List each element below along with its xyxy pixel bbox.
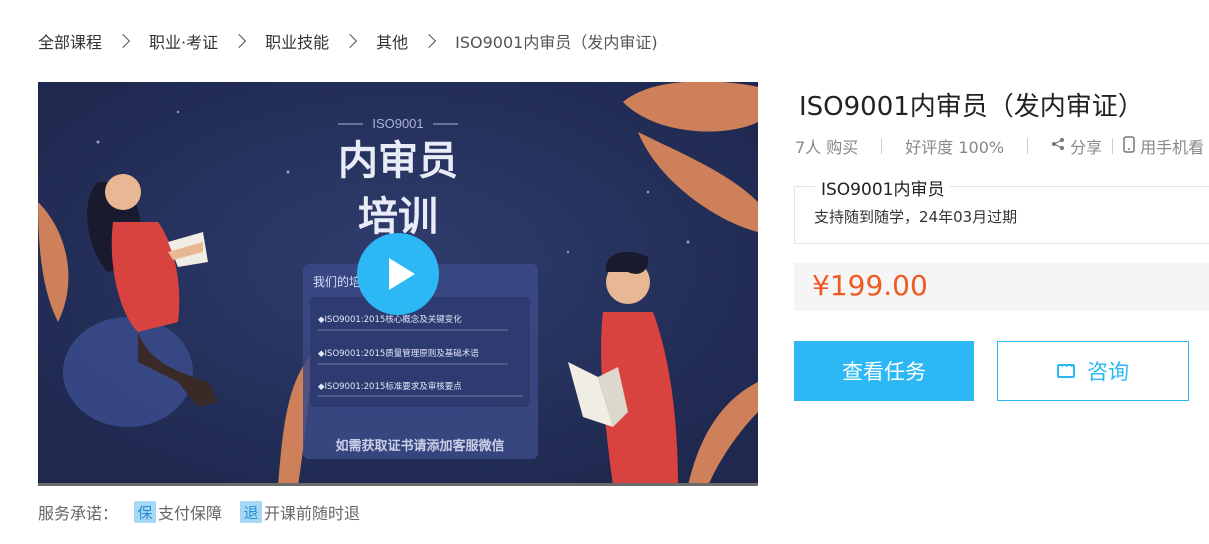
- refund-icon: 退: [240, 501, 263, 523]
- mobile-view-button[interactable]: 用手机看: [1123, 134, 1204, 158]
- poster-title-line1: 内审员: [338, 138, 458, 184]
- breadcrumb-item-other[interactable]: 其他: [376, 29, 408, 53]
- share-icon: [1051, 137, 1065, 155]
- service-text: 支付保障: [158, 504, 223, 523]
- course-title: ISO9001内审员（发内审证）: [799, 92, 1144, 122]
- mobile-view-label: 用手机看: [1140, 138, 1205, 157]
- course-price: ¥199.00: [812, 269, 928, 302]
- breadcrumb: 全部课程 职业·考证 职业技能 其他 ISO9001内审员（发内审证): [38, 30, 658, 52]
- service-label: 服务承诺：: [38, 504, 119, 523]
- video-progress-bar[interactable]: [38, 483, 758, 486]
- spec-name: ISO9001内审员: [815, 175, 951, 200]
- service-refund: 退 开课前随时退: [240, 500, 360, 524]
- view-tasks-button[interactable]: 查看任务: [794, 341, 974, 401]
- phone-icon: [1123, 135, 1135, 157]
- course-meta: 7人 购买 好评度 100% 分享 用手机看: [795, 134, 1204, 158]
- service-text: 开课前随时退: [264, 504, 361, 523]
- divider: [1027, 138, 1029, 154]
- chat-icon: [1057, 357, 1075, 378]
- poster-bullet-1: ◆ISO9001:2015核心概念及关键变化: [318, 314, 462, 325]
- poster-footer: 如需获取证书请添加客服微信: [335, 438, 504, 454]
- breadcrumb-item-career-cert[interactable]: 职业·考证: [149, 29, 218, 53]
- breadcrumb-item-career-skills[interactable]: 职业技能: [265, 29, 329, 53]
- spec-description: 支持随到随学，24年03月过期: [814, 208, 1018, 226]
- course-video-player[interactable]: ISO9001 内审员 培训 我们的培 ◆ISO9001:2015核心概念及关键…: [38, 82, 758, 486]
- breadcrumb-item-all-courses[interactable]: 全部课程: [38, 29, 102, 53]
- divider: [881, 138, 883, 154]
- divider: [1112, 138, 1114, 154]
- rating: 好评度 100%: [905, 138, 1005, 157]
- service-promises: 服务承诺： 保 支付保障 退 开课前随时退: [38, 500, 378, 524]
- share-label: 分享: [1070, 138, 1103, 157]
- poster-panel-title: 我们的培: [313, 274, 361, 289]
- chevron-right-icon: [115, 33, 131, 49]
- breadcrumb-current: ISO9001内审员（发内审证): [455, 33, 658, 52]
- service-payment-guarantee: 保 支付保障: [134, 500, 222, 524]
- chevron-right-icon: [343, 33, 358, 49]
- chevron-right-icon: [232, 33, 247, 49]
- consult-label: 咨询: [1087, 361, 1129, 384]
- share-button[interactable]: 分享: [1051, 134, 1102, 158]
- poster-bullet-3: ◆ISO9001:2015标准要求及审核要点: [318, 381, 462, 392]
- chevron-right-icon: [422, 33, 437, 49]
- buyer-count: 7人 购买: [795, 138, 859, 157]
- poster-bullet-2: ◆ISO9001:2015质量管理原则及基础术语: [318, 348, 479, 359]
- guarantee-icon: 保: [134, 501, 157, 523]
- consult-button[interactable]: 咨询: [997, 341, 1189, 401]
- poster-subtitle: ISO9001: [372, 116, 423, 131]
- play-icon[interactable]: [357, 233, 439, 315]
